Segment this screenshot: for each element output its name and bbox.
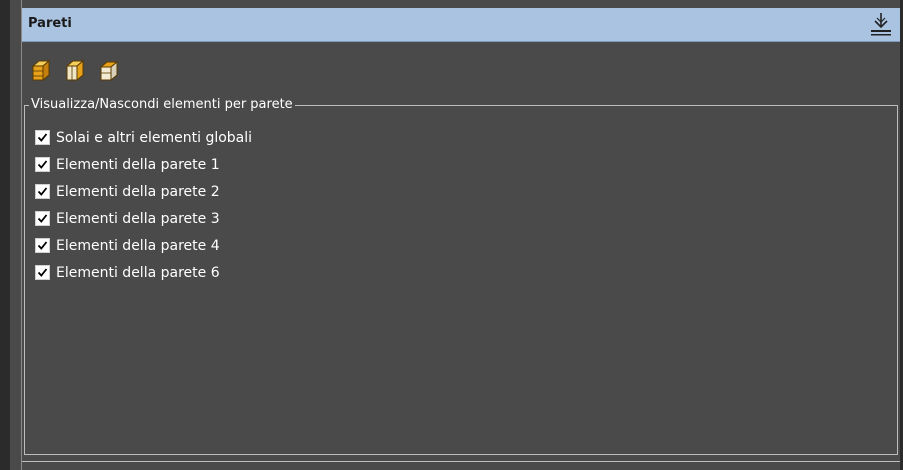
- checkbox[interactable]: [35, 265, 50, 280]
- checkbox-label: Elementi della parete 2: [56, 183, 220, 200]
- solid-box-icon[interactable]: [30, 58, 54, 82]
- checkbox-label: Elementi della parete 6: [56, 264, 220, 281]
- checkbox-row-global-elements[interactable]: Solai e altri elementi globali: [35, 124, 252, 151]
- checkbox[interactable]: [35, 211, 50, 226]
- checkbox[interactable]: [35, 130, 50, 145]
- checkbox[interactable]: [35, 238, 50, 253]
- wire-box-icon[interactable]: [98, 58, 122, 82]
- panel-titlebar: Pareti: [22, 8, 900, 42]
- visibility-groupbox: Visualizza/Nascondi elementi per parete …: [24, 97, 898, 455]
- bottom-divider: [22, 461, 900, 462]
- groupbox-legend: Visualizza/Nascondi elementi per parete: [29, 97, 295, 112]
- checkbox-label: Elementi della parete 4: [56, 237, 220, 254]
- panel-title: Pareti: [28, 16, 72, 31]
- half-box-icon[interactable]: [64, 58, 88, 82]
- wall-visibility-list: Solai e altri elementi globali Elementi …: [35, 124, 252, 286]
- download-pin-icon[interactable]: [868, 11, 894, 37]
- left-frame-strip: [0, 0, 10, 470]
- walls-panel: Pareti Visualizza/Nascondi elementi per …: [21, 0, 900, 470]
- checkbox-row-wall-4[interactable]: Elementi della parete 4: [35, 232, 252, 259]
- checkbox-row-wall-6[interactable]: Elementi della parete 6: [35, 259, 252, 286]
- checkbox-row-wall-2[interactable]: Elementi della parete 2: [35, 178, 252, 205]
- checkbox-row-wall-3[interactable]: Elementi della parete 3: [35, 205, 252, 232]
- checkbox[interactable]: [35, 157, 50, 172]
- checkbox-label: Elementi della parete 1: [56, 156, 220, 173]
- view-toolbar: [30, 58, 122, 82]
- checkbox[interactable]: [35, 184, 50, 199]
- checkbox-label: Solai e altri elementi globali: [56, 129, 253, 146]
- checkbox-label: Elementi della parete 3: [56, 210, 220, 227]
- checkbox-row-wall-1[interactable]: Elementi della parete 1: [35, 151, 252, 178]
